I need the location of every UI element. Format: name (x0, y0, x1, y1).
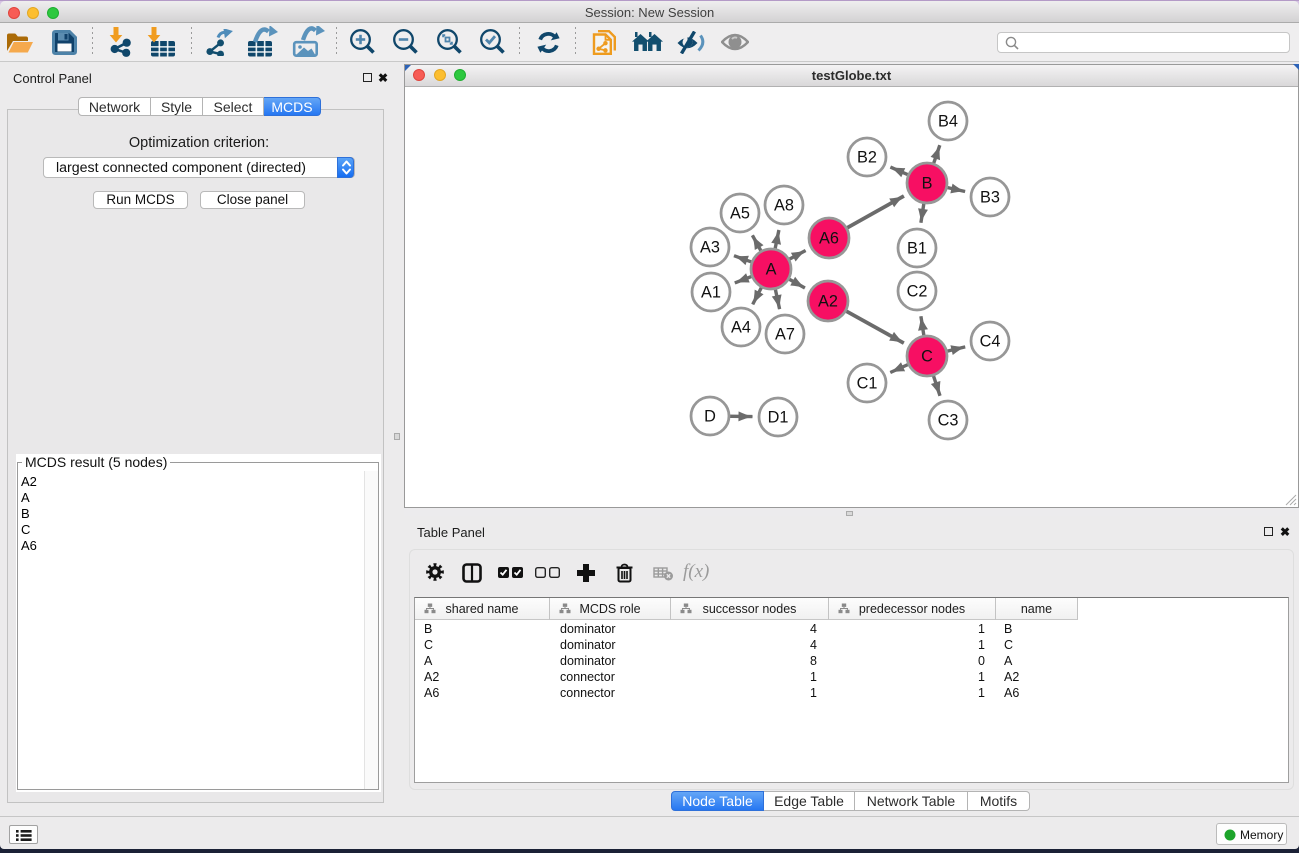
svg-text:A: A (766, 261, 777, 279)
svg-text:A8: A8 (774, 197, 794, 215)
svg-text:C: C (921, 348, 933, 366)
svg-text:C2: C2 (907, 283, 928, 301)
svg-text:D1: D1 (768, 409, 789, 427)
svg-text:A7: A7 (775, 326, 795, 344)
svg-text:B4: B4 (938, 113, 958, 131)
svg-text:B2: B2 (857, 149, 877, 167)
svg-text:B3: B3 (980, 189, 1000, 207)
svg-text:B1: B1 (907, 240, 927, 258)
svg-text:A2: A2 (818, 293, 838, 311)
svg-text:D: D (704, 408, 716, 426)
svg-text:A1: A1 (701, 284, 721, 302)
svg-text:B: B (922, 175, 933, 193)
svg-text:f(x): f(x) (683, 561, 709, 582)
svg-text:A5: A5 (730, 205, 750, 223)
svg-text:A3: A3 (700, 239, 720, 257)
svg-text:C4: C4 (980, 333, 1001, 351)
svg-text:A6: A6 (819, 230, 839, 248)
svg-text:C1: C1 (857, 375, 878, 393)
svg-text:A4: A4 (731, 319, 751, 337)
svg-text:C3: C3 (938, 412, 959, 430)
